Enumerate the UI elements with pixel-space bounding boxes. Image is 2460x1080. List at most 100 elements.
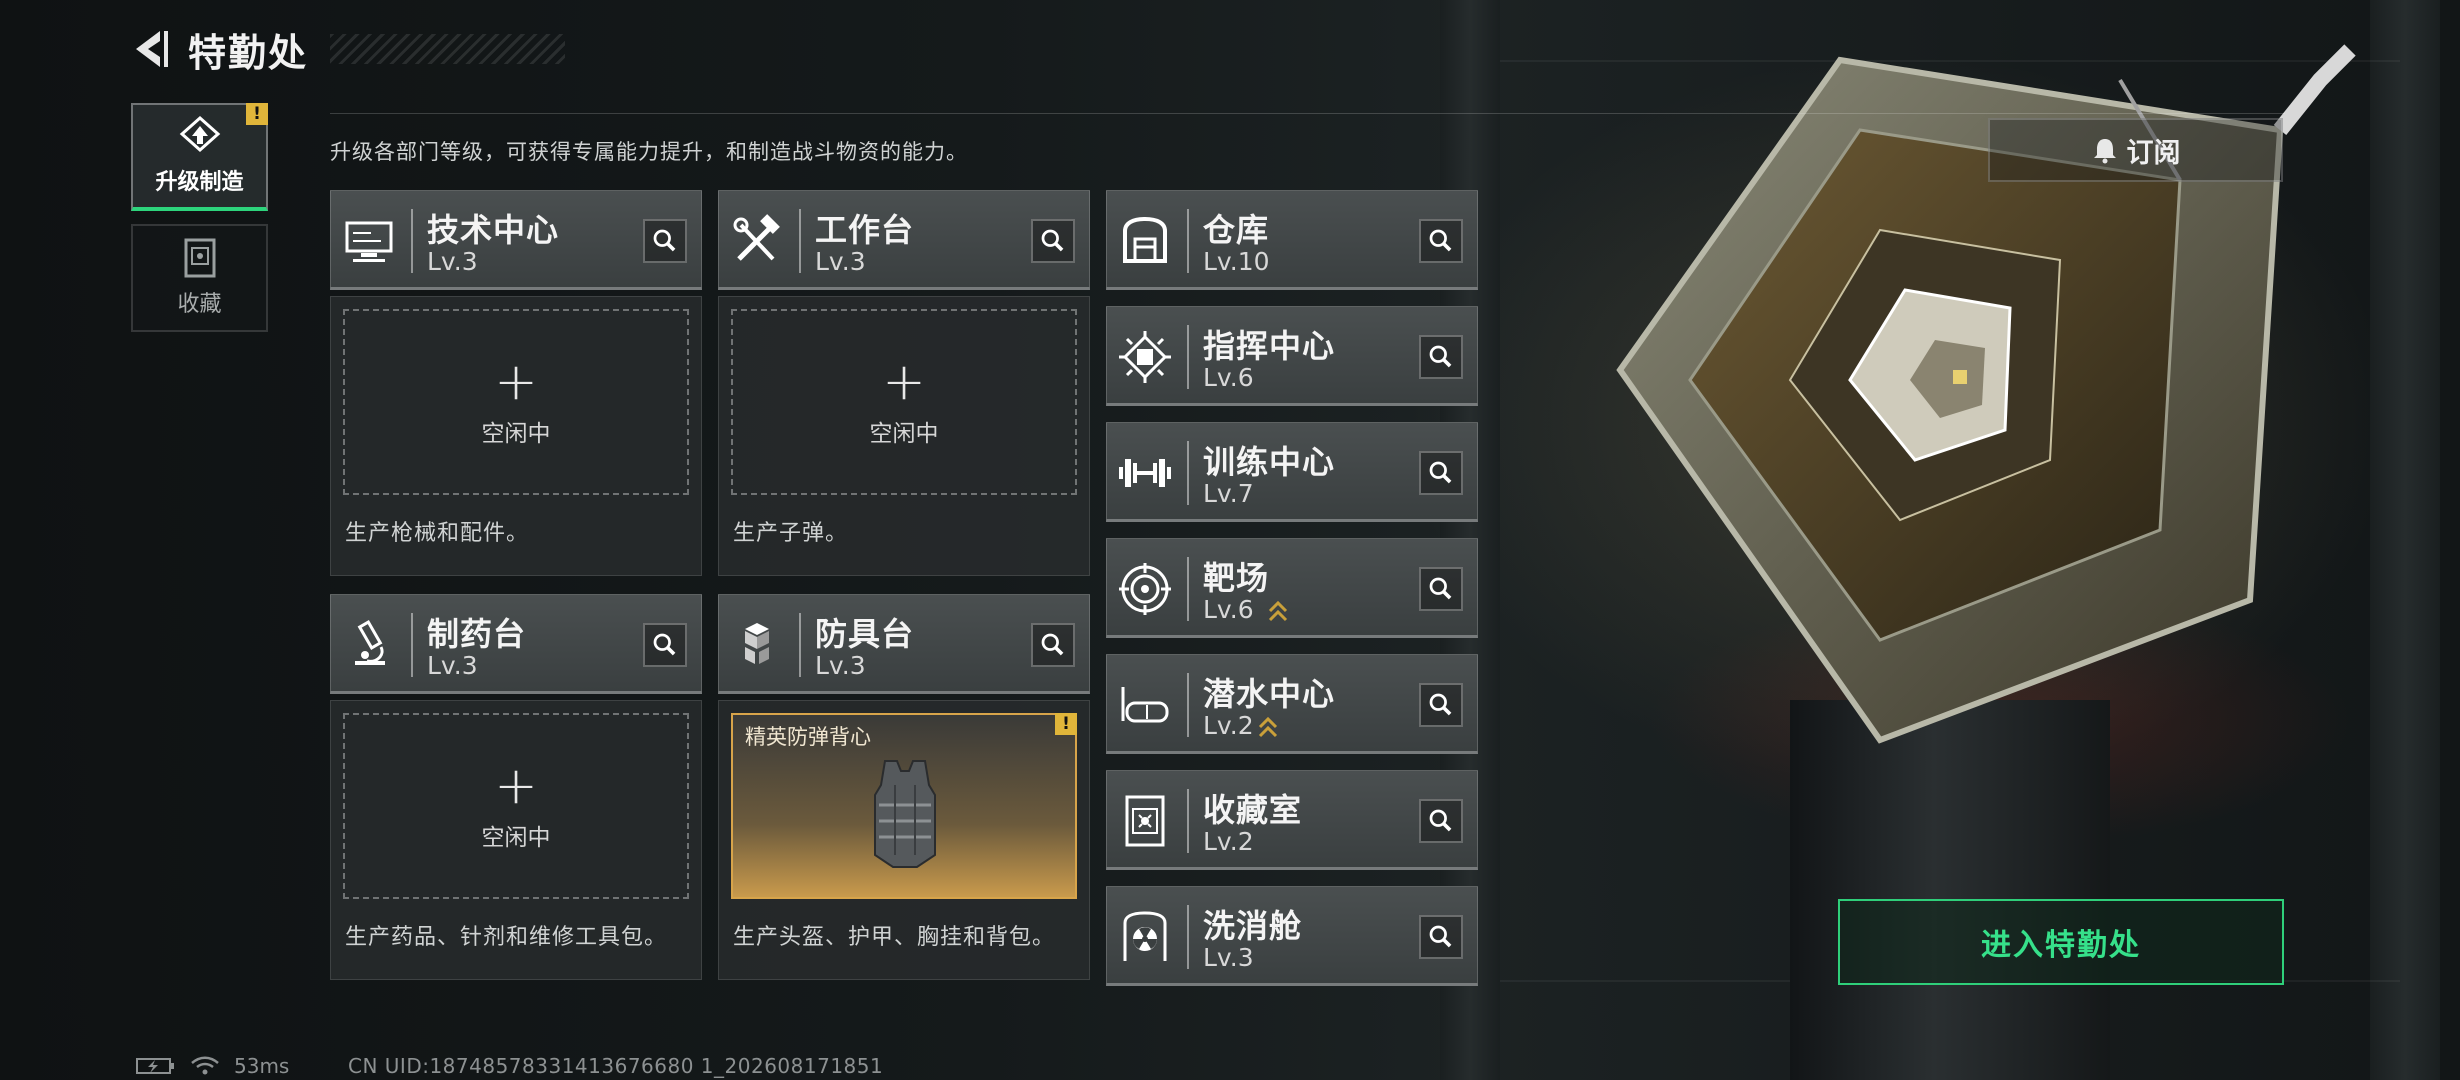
facility-level: Lv.3 (815, 651, 866, 680)
page-description: 升级各部门等级，可获得专属能力提升，和制造战斗物资的能力。 (330, 140, 968, 164)
crafting-item-name: 精英防弹背心 (745, 725, 871, 749)
slot-status: 空闲中 (869, 421, 939, 447)
facility-card-warehouse[interactable]: 仓库 Lv.10 (1106, 190, 1478, 290)
facility-name: 仓库 (1203, 211, 1270, 249)
facility-name: 制药台 (427, 615, 527, 653)
alert-badge: ! (246, 103, 268, 125)
subscribe-button[interactable]: 订阅 (1988, 118, 2283, 182)
title-decoration (330, 34, 565, 64)
crafting-item-card[interactable]: 精英防弹背心 ! (731, 713, 1077, 899)
facility-card-decontamination[interactable]: 洗消舱 Lv.3 (1106, 886, 1478, 986)
facility-level: Lv.2 (1203, 711, 1254, 740)
magnifier-icon (653, 229, 676, 252)
facility-card-training-center[interactable]: 训练中心 Lv.7 (1106, 422, 1478, 522)
facility-card-collection-room[interactable]: 收藏室 Lv.2 (1106, 770, 1478, 870)
magnifier-icon (1429, 461, 1452, 484)
enter-special-ops-button[interactable]: 进入特勤处 (1838, 899, 2284, 985)
facility-level: Lv.10 (1203, 247, 1270, 276)
computer-icon (345, 221, 393, 262)
facility-name: 潜水中心 (1203, 675, 1336, 713)
production-description: 生产子弹。 (733, 521, 849, 546)
upgrade-chevron-icon (1258, 716, 1278, 738)
magnifier-icon (1429, 345, 1452, 368)
production-description: 生产枪械和配件。 (345, 521, 530, 546)
magnifier-icon (1429, 809, 1452, 832)
production-description: 生产头盔、护甲、胸挂和背包。 (733, 925, 1056, 950)
page-title: 特勤处 (188, 30, 309, 75)
tools-icon (733, 214, 780, 261)
vault-icon (1125, 795, 1165, 847)
microscope-icon (355, 620, 385, 665)
facility-card-pharmacy[interactable]: 制药台 Lv.3 (330, 594, 702, 694)
inspect-button[interactable] (1419, 683, 1463, 727)
slot-status: 空闲中 (481, 825, 551, 851)
facility-name: 指挥中心 (1203, 327, 1336, 365)
inspect-button[interactable] (1419, 915, 1463, 959)
plus-icon: + (494, 352, 538, 412)
magnifier-icon (1429, 925, 1452, 948)
tab-label: 收藏 (177, 292, 222, 317)
production-slot[interactable]: + 空闲中 (343, 713, 689, 899)
wifi-icon (191, 1056, 219, 1075)
back-icon[interactable] (130, 27, 174, 71)
facility-level: Lv.6 (1203, 595, 1254, 624)
inspect-button[interactable] (643, 219, 687, 263)
tab-collection[interactable]: 收藏 (131, 224, 268, 332)
facility-name: 防具台 (815, 615, 915, 653)
body-armor-icon (874, 760, 936, 868)
production-panel: + 空闲中 生产枪械和配件。 (330, 296, 702, 576)
plus-icon: + (494, 756, 538, 816)
facility-level: Lv.7 (1203, 479, 1254, 508)
collection-icon (184, 238, 215, 278)
facility-card-command-center[interactable]: 指挥中心 Lv.6 (1106, 306, 1478, 406)
production-description: 生产药品、针剂和维修工具包。 (345, 925, 668, 950)
inspect-button[interactable] (1031, 219, 1075, 263)
inspect-button[interactable] (1419, 799, 1463, 843)
magnifier-icon (1041, 633, 1064, 656)
bell-icon (2093, 139, 2116, 164)
magnifier-icon (1429, 577, 1452, 600)
inspect-button[interactable] (1419, 219, 1463, 263)
inspect-button[interactable] (1419, 451, 1463, 495)
magnifier-icon (1429, 693, 1452, 716)
facility-card-armor-bench[interactable]: 防具台 Lv.3 (718, 594, 1090, 694)
facility-card-diving-center[interactable]: 潜水中心 Lv.2 (1106, 654, 1478, 754)
header: 特勤处 (130, 22, 308, 76)
magnifier-icon (1041, 229, 1064, 252)
facility-level: Lv.3 (1203, 943, 1254, 972)
facility-name: 技术中心 (427, 211, 560, 249)
facility-level: Lv.3 (815, 247, 866, 276)
magnifier-icon (653, 633, 676, 656)
inspect-button[interactable] (1419, 567, 1463, 611)
slot-status: 空闲中 (481, 421, 551, 447)
facility-card-workbench[interactable]: 工作台 Lv.3 (718, 190, 1090, 290)
production-slot[interactable]: + 空闲中 (731, 309, 1077, 495)
dumbbell-icon (1119, 459, 1171, 487)
user-uid: CN UID:18748578331413676680 1_2026081718… (348, 1054, 884, 1078)
tab-upgrade-craft[interactable]: 升级制造 ! (131, 103, 268, 211)
warehouse-icon (1123, 216, 1167, 263)
ping-value: 53ms (234, 1054, 290, 1078)
inspect-button[interactable] (1031, 623, 1075, 667)
chip-icon (1119, 331, 1171, 383)
inspect-button[interactable] (1419, 335, 1463, 379)
facility-level: Lv.3 (427, 651, 478, 680)
radiation-icon (1123, 911, 1167, 961)
inspect-button[interactable] (643, 623, 687, 667)
facility-name: 训练中心 (1203, 443, 1336, 481)
armor-boxes-icon (745, 623, 769, 664)
divider (330, 113, 2285, 114)
facility-level: Lv.2 (1203, 827, 1254, 856)
upgrade-craft-icon (179, 116, 220, 153)
diving-mask-icon (1121, 687, 1169, 723)
facility-name: 工作台 (815, 211, 915, 249)
production-panel: + 空闲中 生产子弹。 (718, 296, 1090, 576)
status-bar: 53ms (136, 1054, 289, 1078)
facility-name: 洗消舱 (1203, 907, 1303, 945)
upgrade-chevron-icon (1268, 600, 1288, 622)
production-slot[interactable]: + 空闲中 (343, 309, 689, 495)
facility-card-tech-center[interactable]: 技术中心 Lv.3 (330, 190, 702, 290)
facility-card-shooting-range[interactable]: 靶场 Lv.6 (1106, 538, 1478, 638)
magnifier-icon (1429, 229, 1452, 252)
facility-level: Lv.3 (427, 247, 478, 276)
